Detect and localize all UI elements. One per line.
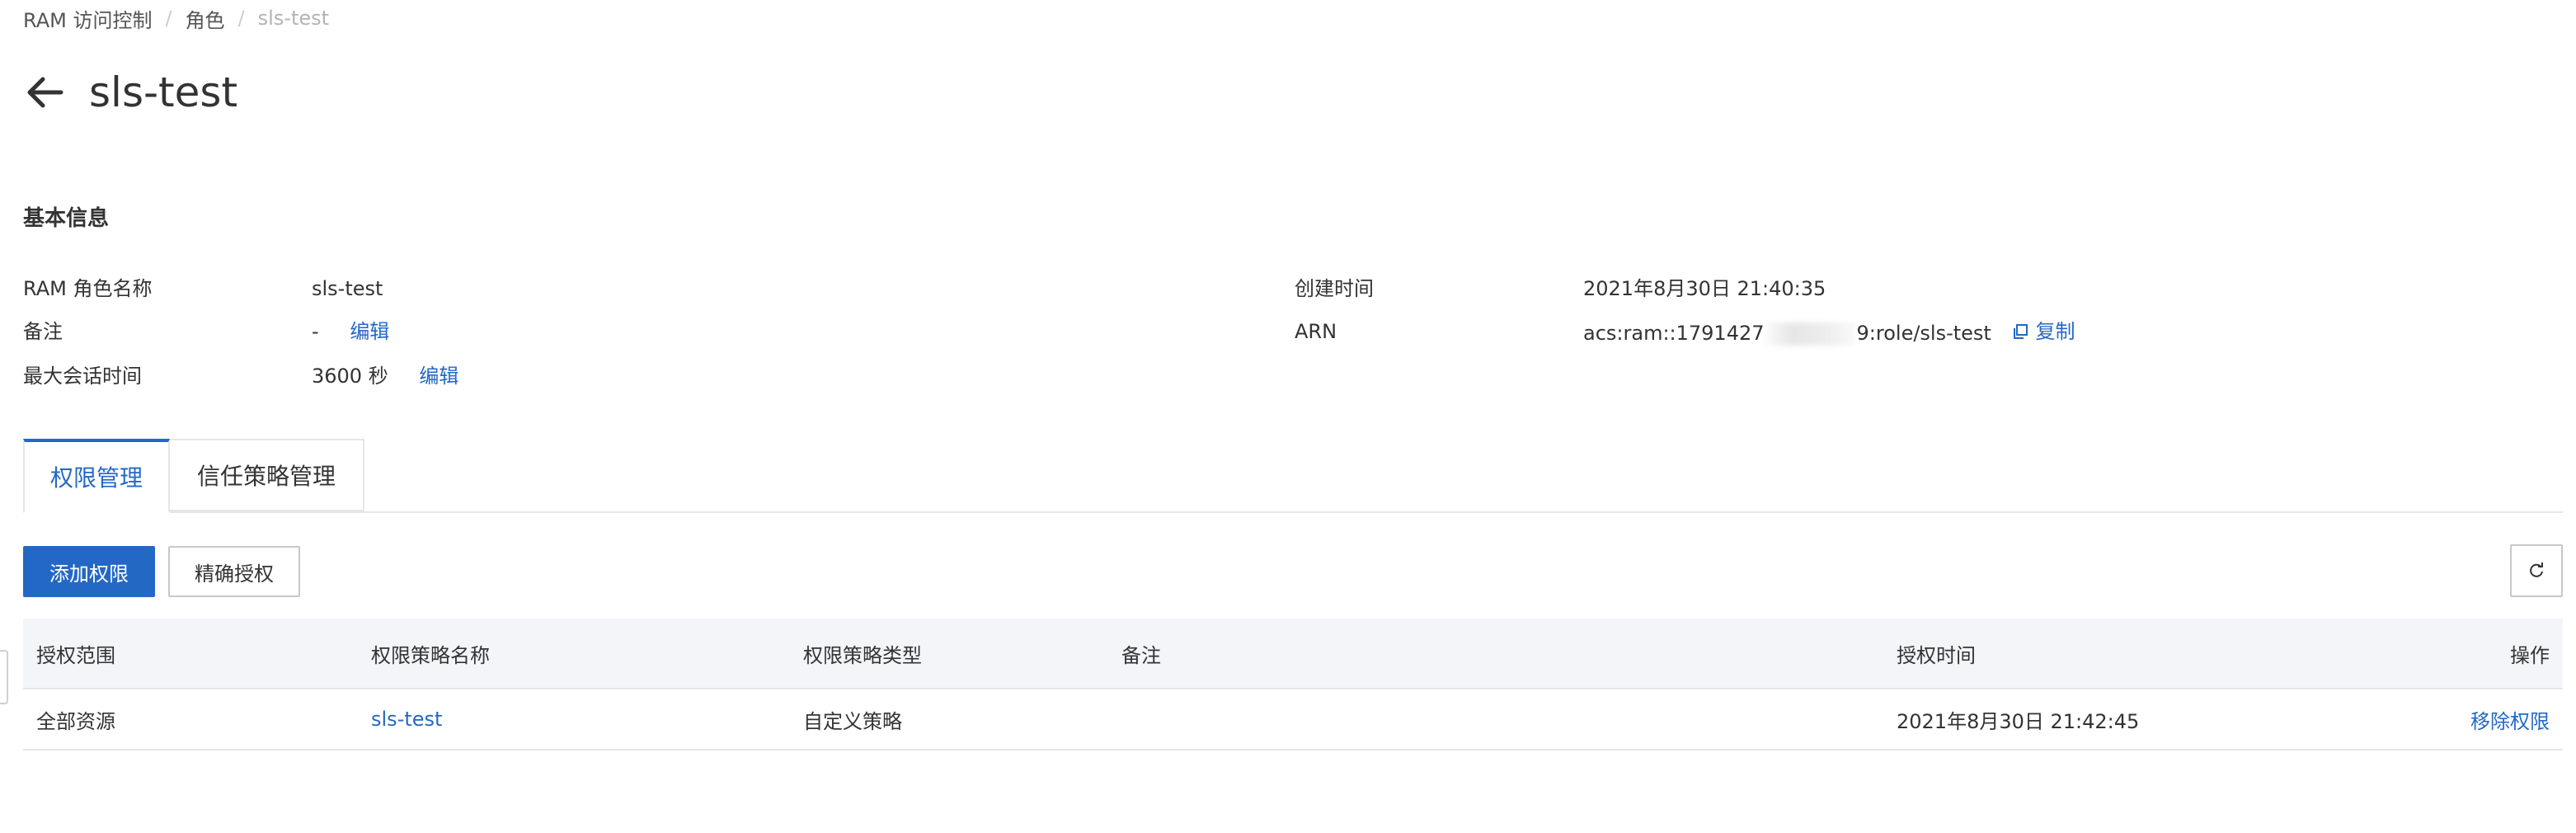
note-label: 备注 [23, 320, 63, 343]
breadcrumb-separator: / [165, 7, 172, 30]
note-value: - 编辑 [312, 317, 389, 346]
cell-scope: 全部资源 [36, 709, 115, 733]
edit-note-link[interactable]: 编辑 [350, 320, 389, 343]
tab-permission-management[interactable]: 权限管理 [23, 439, 170, 513]
copy-arn-link[interactable]: 复制 [2012, 317, 2075, 346]
side-panel-handle[interactable] [0, 650, 8, 704]
column-header-auth-time: 授权时间 [1897, 643, 1976, 667]
arn-text-prefix: acs:ram::1791427 [1583, 322, 1765, 345]
column-header-policy-type: 权限策略类型 [803, 643, 922, 667]
breadcrumb-separator: / [237, 7, 245, 30]
max-session-label: 最大会话时间 [23, 365, 142, 388]
column-header-note: 备注 [1121, 643, 1161, 667]
max-session-text: 3600 秒 [312, 365, 388, 388]
column-header-policy-name: 权限策略名称 [371, 643, 490, 667]
section-title-basic-info: 基本信息 [23, 206, 110, 231]
breadcrumb-current: sls-test [257, 7, 330, 30]
cell-policy-type: 自定义策略 [803, 709, 902, 733]
cell-auth-time: 2021年8月30日 21:42:45 [1897, 709, 2140, 733]
arrow-left-icon [27, 77, 63, 108]
refresh-icon [2530, 562, 2543, 577]
column-header-actions: 操作 [2510, 643, 2550, 667]
permissions-table: 授权范围 权限策略名称 权限策略类型 备注 授权时间 操作 全部资源 sls-t… [23, 619, 2563, 751]
arn-value: acs:ram::1791427 9:role/sls-test 复制 [1583, 317, 2075, 346]
page-header: sls-test [23, 63, 237, 122]
arn-label: ARN [1295, 320, 1337, 343]
table-row: 全部资源 sls-test 自定义策略 2021年8月30日 21:42:45 … [23, 689, 2563, 751]
breadcrumb: RAM 访问控制 / 角色 / sls-test [23, 3, 329, 33]
tab-trust-policy-management[interactable]: 信任策略管理 [170, 439, 364, 511]
breadcrumb-roles[interactable]: 角色 [186, 4, 225, 33]
role-detail-page: RAM 访问控制 / 角色 / sls-test sls-test 基本信息 R… [0, 0, 2576, 833]
table-header: 授权范围 权限策略名称 权限策略类型 备注 授权时间 操作 [23, 619, 2563, 689]
copy-icon [2014, 324, 2028, 339]
arn-text-suffix: 9:role/sls-test [1856, 322, 1991, 345]
edit-max-session-link[interactable]: 编辑 [419, 365, 458, 388]
remove-permission-link[interactable]: 移除权限 [2470, 689, 2550, 749]
created-time-label: 创建时间 [1295, 277, 1374, 300]
arn-masked-region [1765, 322, 1855, 346]
tab-bar: 权限管理 信任策略管理 [23, 439, 2563, 513]
role-name-value: sls-test [312, 277, 383, 300]
column-header-scope: 授权范围 [36, 643, 115, 667]
add-permission-button[interactable]: 添加权限 [23, 546, 155, 597]
copy-label: 复制 [2035, 320, 2075, 343]
created-time-value: 2021年8月30日 21:40:35 [1583, 277, 1826, 300]
refresh-button[interactable] [2510, 544, 2563, 597]
policy-name-link[interactable]: sls-test [371, 689, 442, 749]
role-name-label: RAM 角色名称 [23, 277, 153, 300]
note-text: - [312, 320, 319, 343]
back-button[interactable] [23, 71, 66, 114]
max-session-value: 3600 秒 编辑 [312, 361, 458, 391]
precise-authorization-button[interactable]: 精确授权 [168, 546, 300, 597]
page-title: sls-test [89, 68, 238, 116]
breadcrumb-ram-access-control[interactable]: RAM 访问控制 [23, 4, 152, 33]
